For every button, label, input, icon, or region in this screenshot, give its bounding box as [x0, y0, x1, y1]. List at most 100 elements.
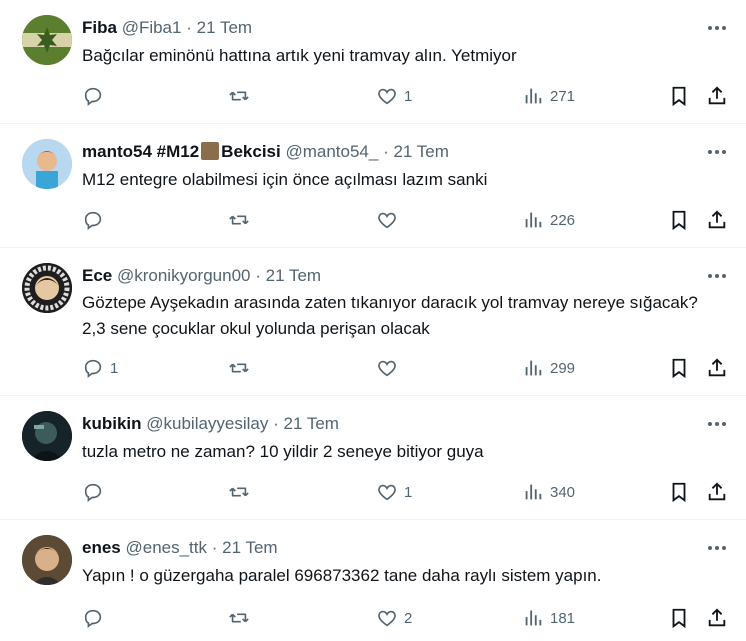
tweet-text: Yapın ! o güzergaha paralel 696873362 ta…	[82, 566, 602, 585]
views-button[interactable]: 340	[522, 478, 575, 506]
analytics-icon	[525, 610, 542, 626]
user-handle[interactable]: @kubilayyesilay	[146, 414, 268, 433]
retweet-button[interactable]	[228, 82, 256, 110]
tweet[interactable]: enes @enes_ttk · 21 Tem Yapın ! o güzerg…	[0, 520, 746, 641]
bookmark-button[interactable]	[668, 206, 690, 234]
retweet-button[interactable]	[228, 604, 256, 632]
user-handle[interactable]: @manto54_	[285, 142, 378, 161]
more-icon[interactable]	[706, 141, 728, 163]
reply-button[interactable]	[82, 206, 110, 234]
reply-button[interactable]: 1	[82, 354, 118, 382]
view-count: 340	[550, 483, 576, 501]
action-bar: 2 181	[82, 604, 732, 632]
bookmark-button[interactable]	[668, 82, 690, 110]
share-button[interactable]	[706, 604, 728, 632]
retweet-button[interactable]	[228, 354, 256, 382]
analytics-icon	[525, 360, 542, 376]
display-name[interactable]: Ece	[82, 266, 112, 285]
retweet-button[interactable]	[228, 478, 256, 506]
tweet-text: Göztepe Ayşekadın arasında zaten tıkanıy…	[82, 293, 698, 338]
avatar[interactable]	[22, 263, 72, 313]
like-count: 1	[404, 87, 413, 105]
action-bar: 1 299	[82, 354, 732, 382]
more-icon[interactable]	[706, 413, 728, 435]
views-button[interactable]: 271	[522, 82, 575, 110]
reply-icon	[84, 483, 102, 502]
reply-icon	[84, 87, 102, 106]
heart-icon	[378, 212, 396, 229]
like-count: 1	[404, 483, 413, 501]
avatar[interactable]	[22, 535, 72, 585]
action-bar: 1 271	[82, 82, 732, 110]
view-count: 299	[550, 359, 576, 377]
tweet-header: manto54 #M12 Bekcisi @manto54_ · 21 Tem	[82, 141, 449, 163]
bookmark-icon	[672, 358, 686, 379]
tweet-text: Bağcılar eminönü hattına artık yeni tram…	[82, 46, 517, 65]
bookmark-icon	[672, 210, 686, 231]
reply-button[interactable]	[82, 478, 110, 506]
retweet-button[interactable]	[228, 206, 256, 234]
share-icon	[708, 210, 726, 229]
tweet[interactable]: manto54 #M12 Bekcisi @manto54_ · 21 Tem M…	[0, 124, 746, 248]
like-button[interactable]: 2	[376, 604, 412, 632]
tweet-text: M12 entegre olabilmesi için önce açılmas…	[82, 170, 488, 189]
share-button[interactable]	[706, 206, 728, 234]
like-button[interactable]	[376, 354, 404, 382]
reply-icon	[84, 359, 102, 378]
tram-emoji-icon	[201, 142, 220, 160]
view-count: 271	[550, 87, 576, 105]
tweet-header: Fiba @Fiba1 · 21 Tem	[82, 17, 252, 39]
like-button[interactable]	[376, 206, 404, 234]
analytics-icon	[525, 212, 542, 228]
tweet-header: enes @enes_ttk · 21 Tem	[82, 537, 278, 559]
action-bar: 226	[82, 206, 732, 234]
like-button[interactable]: 1	[376, 478, 412, 506]
timestamp[interactable]: 21 Tem	[266, 266, 321, 285]
reply-button[interactable]	[82, 604, 110, 632]
avatar[interactable]	[22, 411, 72, 461]
display-name[interactable]: enes	[82, 538, 121, 557]
like-count: 2	[404, 609, 413, 627]
user-handle[interactable]: @kronikyorgun00	[117, 266, 251, 285]
more-icon[interactable]	[706, 265, 728, 287]
analytics-icon	[525, 484, 542, 500]
share-icon	[708, 482, 726, 501]
timestamp[interactable]: 21 Tem	[222, 538, 277, 557]
timestamp[interactable]: 21 Tem	[284, 414, 339, 433]
bookmark-button[interactable]	[668, 604, 690, 632]
more-icon[interactable]	[706, 17, 728, 39]
share-button[interactable]	[706, 478, 728, 506]
separator-dot: ·	[211, 538, 218, 557]
display-name[interactable]: Fiba	[82, 18, 117, 37]
tweet[interactable]: Fiba @Fiba1 · 21 Tem Bağcılar eminönü ha…	[0, 0, 746, 124]
analytics-icon	[525, 88, 542, 104]
avatar[interactable]	[22, 139, 72, 189]
tweet[interactable]: kubikin @kubilayyesilay · 21 Tem tuzla m…	[0, 396, 746, 520]
views-button[interactable]: 299	[522, 354, 575, 382]
separator-dot: ·	[186, 18, 192, 37]
timestamp[interactable]: 21 Tem	[197, 18, 252, 37]
bookmark-button[interactable]	[668, 354, 690, 382]
views-button[interactable]: 181	[522, 604, 575, 632]
heart-icon	[378, 610, 396, 627]
share-icon	[708, 608, 726, 627]
like-button[interactable]: 1	[376, 82, 412, 110]
share-button[interactable]	[706, 82, 728, 110]
display-name[interactable]: manto54 #M12	[82, 142, 199, 161]
share-button[interactable]	[706, 354, 728, 382]
user-handle[interactable]: @Fiba1	[122, 18, 182, 37]
separator-dot: ·	[383, 142, 389, 161]
bookmark-icon	[672, 608, 686, 629]
more-icon[interactable]	[706, 537, 728, 559]
views-button[interactable]: 226	[522, 206, 575, 234]
display-name[interactable]: kubikin	[82, 414, 142, 433]
timestamp[interactable]: 21 Tem	[393, 142, 448, 161]
user-handle[interactable]: @enes_ttk	[125, 538, 207, 557]
bookmark-button[interactable]	[668, 478, 690, 506]
display-name-suffix[interactable]: Bekcisi	[221, 142, 281, 161]
tweet[interactable]: Ece @kronikyorgun00 · 21 Tem Göztepe Ayş…	[0, 248, 746, 396]
reply-button[interactable]	[82, 82, 110, 110]
retweet-icon	[229, 91, 249, 101]
avatar[interactable]	[22, 15, 72, 65]
tweet-text: tuzla metro ne zaman? 10 yildir 2 seneye…	[82, 442, 484, 461]
